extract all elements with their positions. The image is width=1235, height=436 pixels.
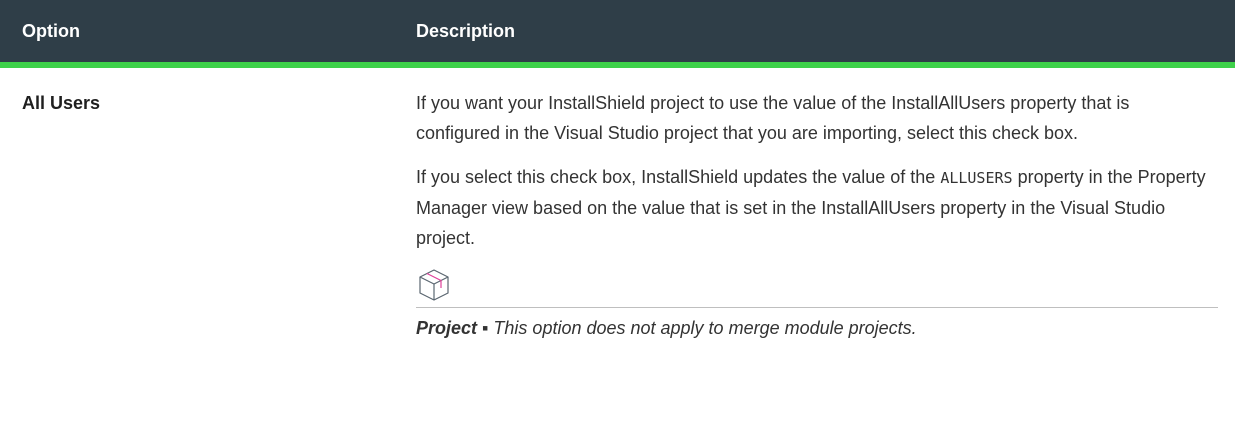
note-divider: [416, 307, 1218, 308]
description-column-header: Description: [416, 20, 516, 41]
package-box-icon: [419, 269, 449, 301]
option-column-header: Option: [22, 20, 80, 41]
note-label: Project: [416, 318, 478, 338]
description-paragraph-1: If you want your InstallShield project t…: [416, 93, 1130, 143]
note-block: Project ▪ This option does not apply to …: [416, 267, 1218, 342]
description-cell: If you want your InstallShield project t…: [416, 88, 1235, 342]
note-text: Project ▪ This option does not apply to …: [416, 314, 1218, 342]
table-row: All Users If you want your InstallShield…: [0, 68, 1235, 342]
table-header-row: Option Description: [0, 0, 1235, 68]
allusers-code: ALLUSERS: [940, 169, 1013, 187]
description-paragraph-2: If you select this check box, InstallShi…: [416, 162, 1206, 253]
note-separator: ▪: [477, 318, 494, 338]
option-name: All Users: [22, 93, 101, 113]
options-table: Option Description All Users If you want…: [0, 0, 1235, 342]
paragraph-2-lead: If you select this check box, InstallShi…: [416, 167, 941, 187]
note-message: This option does not apply to merge modu…: [493, 318, 917, 338]
